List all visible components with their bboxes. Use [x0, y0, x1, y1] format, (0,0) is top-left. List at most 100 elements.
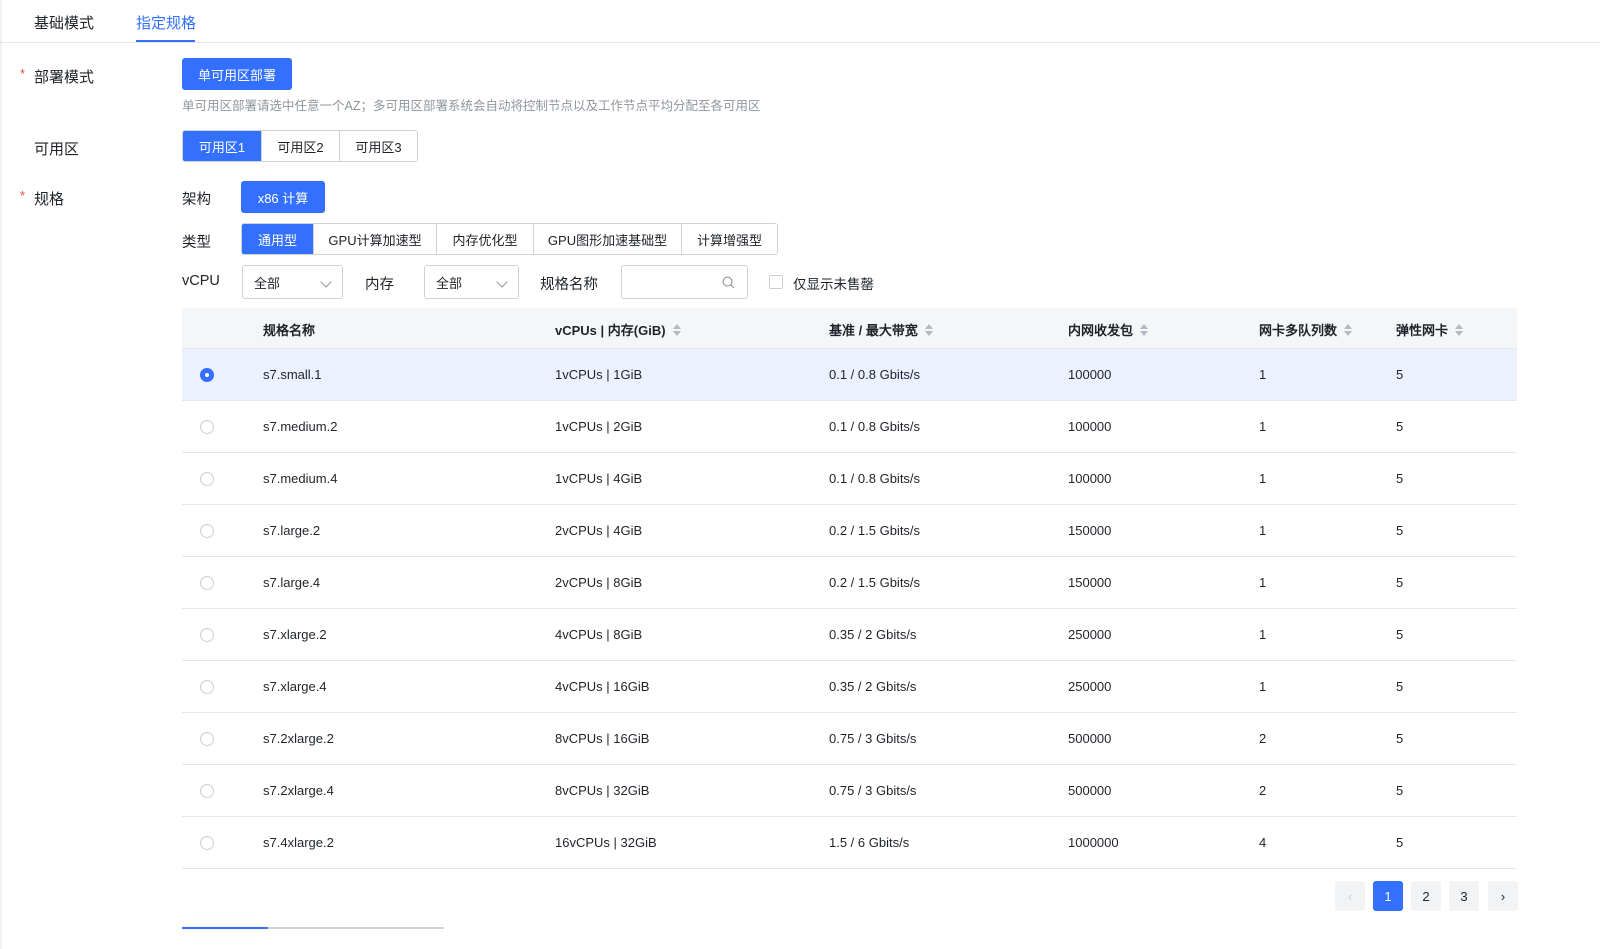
row-radio[interactable] [200, 524, 214, 538]
sort-icon[interactable] [1455, 323, 1464, 336]
row-radio[interactable] [200, 576, 214, 590]
only-unsold-checkbox[interactable] [769, 275, 783, 289]
cell-bandwidth: 0.1 / 0.8 Gbits/s [829, 471, 921, 486]
column-header-nic-queues[interactable]: 网卡多队列数 [1259, 320, 1353, 339]
cell-bandwidth: 0.1 / 0.8 Gbits/s [829, 367, 921, 382]
cell-cpu-memory: 16vCPUs | 32GiB [555, 835, 657, 850]
cell-pps: 150000 [1068, 575, 1112, 590]
row-radio[interactable] [200, 368, 214, 382]
sort-icon[interactable] [1344, 323, 1353, 336]
page-2-button[interactable]: 2 [1411, 881, 1441, 911]
row-radio[interactable] [200, 784, 214, 798]
type-option-memory-optimized[interactable]: 内存优化型 [437, 224, 534, 254]
vcpu-select[interactable]: 全部 [242, 265, 343, 299]
column-header-pps[interactable]: 内网收发包 [1068, 320, 1149, 339]
sort-icon[interactable] [1140, 323, 1149, 336]
bottom-scroll-thumb[interactable] [182, 927, 268, 929]
table-row[interactable]: s7.2xlarge.4 8vCPUs | 32GiB 0.75 / 3 Gbits… [182, 765, 1517, 817]
cell-nic-queues: 1 [1259, 419, 1267, 434]
memory-select[interactable]: 全部 [424, 265, 519, 299]
type-option-general[interactable]: 通用型 [242, 224, 314, 254]
table-row[interactable]: s7.large.2 2vCPUs | 4GiB 0.2 / 1.5 Gbits/s… [182, 505, 1517, 557]
chevron-down-icon [320, 276, 332, 288]
single-az-deploy-button[interactable]: 单可用区部署 [182, 58, 292, 90]
mode-tabs: 基础模式 指定规格 [0, 0, 1600, 43]
table-row[interactable]: s7.2xlarge.2 8vCPUs | 16GiB 0.75 / 3 Gbits… [182, 713, 1517, 765]
type-selector: 通用型 GPU计算加速型 内存优化型 GPU图形加速基础型 计算增强型 [241, 223, 778, 255]
cell-eni: 5 [1396, 627, 1404, 642]
zone-option-3[interactable]: 可用区3 [340, 131, 417, 161]
spec-name-label: 规格名称 [540, 277, 598, 293]
zone-option-2[interactable]: 可用区2 [262, 131, 340, 161]
chevron-down-icon [496, 276, 508, 288]
sort-icon[interactable] [924, 323, 934, 336]
cell-spec-name: s7.large.2 [263, 523, 321, 538]
table-header: 规格名称 vCPUs | 内存(GiB) 基准 / 最大带宽 内网收发包 网卡多… [182, 308, 1517, 349]
cell-nic-queues: 1 [1259, 575, 1267, 590]
cell-pps: 500000 [1068, 783, 1112, 798]
arch-label: 架构 [182, 192, 211, 208]
table-row[interactable]: s7.medium.2 1vCPUs | 2GiB 0.1 / 0.8 Gbits/… [182, 401, 1517, 453]
tab-basic-mode[interactable]: 基础模式 [34, 12, 94, 33]
cell-eni: 5 [1396, 679, 1404, 694]
spec-label: 规格 [34, 191, 65, 208]
cell-spec-name: s7.small.1 [263, 367, 322, 382]
sort-icon[interactable] [672, 323, 682, 336]
cell-nic-queues: 4 [1259, 835, 1267, 850]
page-3-button[interactable]: 3 [1449, 881, 1479, 911]
cell-spec-name: s7.2xlarge.2 [263, 731, 334, 746]
row-radio[interactable] [200, 420, 214, 434]
cell-nic-queues: 1 [1259, 627, 1267, 642]
cell-eni: 5 [1396, 471, 1404, 486]
column-header-cpu-memory[interactable]: vCPUs | 内存(GiB) [555, 320, 682, 339]
type-option-compute-enhanced[interactable]: 计算增强型 [682, 224, 777, 254]
row-radio[interactable] [200, 628, 214, 642]
search-icon[interactable] [722, 276, 735, 289]
page-1-button[interactable]: 1 [1373, 881, 1403, 911]
table-row[interactable]: s7.4xlarge.2 16vCPUs | 32GiB 1.5 / 6 Gbits… [182, 817, 1517, 869]
deploy-mode-label: 部署模式 [34, 69, 95, 86]
cell-pps: 500000 [1068, 731, 1112, 746]
cell-nic-queues: 2 [1259, 783, 1267, 798]
cell-nic-queues: 2 [1259, 731, 1267, 746]
required-mark: * [20, 66, 26, 81]
table-row[interactable]: s7.small.1 1vCPUs | 1GiB 0.1 / 0.8 Gbits/s… [182, 349, 1517, 401]
next-page-button[interactable]: › [1488, 881, 1518, 911]
row-radio[interactable] [200, 680, 214, 694]
type-option-gpu-compute[interactable]: GPU计算加速型 [314, 224, 437, 254]
column-header-eni[interactable]: 弹性网卡 [1396, 320, 1464, 339]
type-label: 类型 [182, 235, 211, 251]
row-radio[interactable] [200, 732, 214, 746]
cell-bandwidth: 0.2 / 1.5 Gbits/s [829, 523, 921, 538]
left-rail [0, 0, 2, 949]
zone-option-1[interactable]: 可用区1 [183, 131, 262, 161]
table-row[interactable]: s7.large.4 2vCPUs | 8GiB 0.2 / 1.5 Gbits/s… [182, 557, 1517, 609]
cell-spec-name: s7.medium.2 [263, 419, 338, 434]
header-text: 规格名称 [263, 323, 316, 338]
cell-eni: 5 [1396, 367, 1404, 382]
cell-cpu-memory: 1vCPUs | 2GiB [555, 419, 643, 434]
cell-nic-queues: 1 [1259, 523, 1267, 538]
cell-spec-name: s7.xlarge.4 [263, 679, 327, 694]
cell-pps: 100000 [1068, 471, 1112, 486]
table-row[interactable]: s7.xlarge.4 4vCPUs | 16GiB 0.35 / 2 Gbits/… [182, 661, 1517, 713]
vcpu-label: vCPU [182, 273, 220, 289]
table-row[interactable]: s7.xlarge.2 4vCPUs | 8GiB 0.35 / 2 Gbits/s… [182, 609, 1517, 661]
row-radio[interactable] [200, 836, 214, 850]
column-header-bandwidth[interactable]: 基准 / 最大带宽 [829, 320, 934, 339]
table-row[interactable]: s7.medium.4 1vCPUs | 4GiB 0.1 / 0.8 Gbits/… [182, 453, 1517, 505]
prev-page-button[interactable]: ‹ [1335, 881, 1365, 911]
spec-name-input[interactable] [630, 266, 720, 296]
tab-specified-spec[interactable]: 指定规格 [136, 12, 196, 33]
row-radio[interactable] [200, 472, 214, 486]
memory-select-value: 全部 [436, 275, 463, 291]
arch-x86-button[interactable]: x86 计算 [241, 181, 325, 213]
cell-pps: 1000000 [1068, 835, 1119, 850]
cell-eni: 5 [1396, 731, 1404, 746]
cell-cpu-memory: 2vCPUs | 8GiB [555, 575, 643, 590]
type-option-gpu-graphics[interactable]: GPU图形加速基础型 [534, 224, 682, 254]
header-text: 基准 / 最大带宽 [829, 323, 918, 338]
cell-cpu-memory: 2vCPUs | 4GiB [555, 523, 643, 538]
zone-label: 可用区 [34, 141, 80, 158]
cell-bandwidth: 0.75 / 3 Gbits/s [829, 731, 917, 746]
